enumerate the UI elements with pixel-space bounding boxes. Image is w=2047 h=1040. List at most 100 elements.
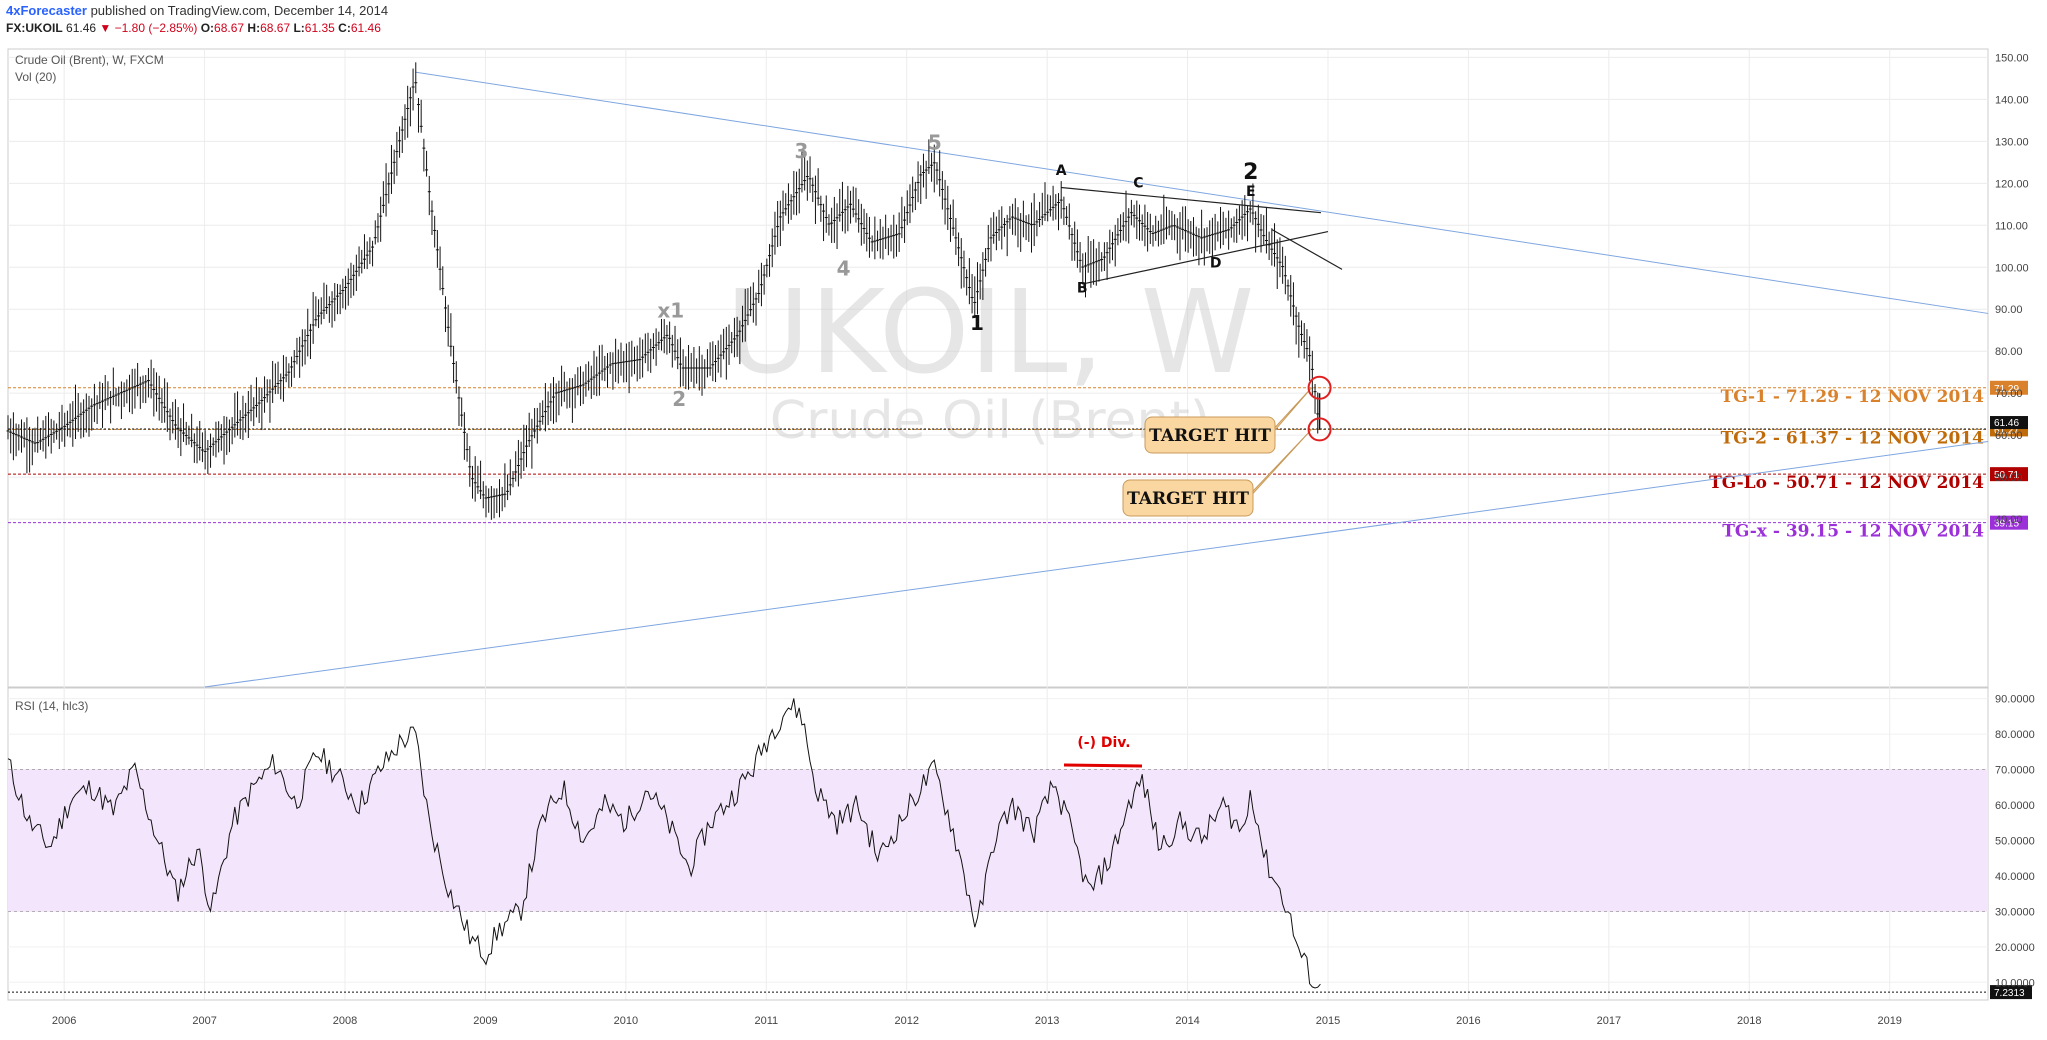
price-bar xyxy=(1121,212,1125,241)
price-bar xyxy=(446,304,450,347)
price-bar xyxy=(381,181,385,214)
price-bar xyxy=(603,355,607,382)
price-bar xyxy=(1256,204,1260,238)
time-axis[interactable]: 2006 2007 2008 2009 2010 2011 2012 2013 2014 2015… xyxy=(8,999,1988,1027)
price-bar xyxy=(308,323,312,360)
price-bar xyxy=(846,185,850,232)
price-bar xyxy=(614,338,618,382)
price-bar xyxy=(862,208,866,244)
price-bar xyxy=(279,373,283,400)
price-bar xyxy=(986,224,990,263)
price-bar xyxy=(265,379,269,403)
price-bar xyxy=(311,291,315,344)
price-bar xyxy=(1154,215,1158,241)
price-bar xyxy=(573,374,577,409)
price-bar xyxy=(1219,206,1223,249)
price-bar xyxy=(44,415,48,459)
price-bar xyxy=(865,213,869,252)
price-bar xyxy=(1200,209,1204,254)
price-bar xyxy=(560,365,564,407)
price-bar xyxy=(957,232,961,267)
price-bar xyxy=(1175,218,1179,254)
price-bar xyxy=(362,234,366,269)
price-bar xyxy=(1224,217,1228,239)
wave-label: B xyxy=(1077,280,1088,296)
price-bar xyxy=(1248,201,1252,223)
price-bar xyxy=(1113,224,1117,267)
price-bar xyxy=(562,371,566,402)
price-bar xyxy=(495,488,499,514)
price-bar xyxy=(379,196,383,242)
time-tick-label: 2007 xyxy=(192,1015,216,1027)
price-bar xyxy=(1046,194,1050,222)
price-bar xyxy=(1051,185,1055,221)
price-bar xyxy=(1038,201,1042,228)
time-tick-label: 2015 xyxy=(1316,1015,1340,1027)
price-bar xyxy=(781,190,785,231)
price-bar xyxy=(192,433,196,463)
price-bar xyxy=(1286,279,1290,301)
price-bar xyxy=(290,356,294,387)
wave-label: 2 xyxy=(672,387,686,411)
price-axis[interactable]: 40.00 50.00 60.00 70.00 80.00 90.00 100.00 110.… xyxy=(1995,52,2029,526)
rsi-tick-label: 10.0000 xyxy=(1995,977,2035,989)
price-bar xyxy=(1027,214,1031,242)
time-tick-label: 2014 xyxy=(1175,1015,1199,1027)
price-bar xyxy=(541,400,545,425)
price-bar xyxy=(473,456,477,502)
price-bar xyxy=(900,196,904,239)
price-bar xyxy=(306,308,310,357)
price-bar xyxy=(1146,211,1150,252)
price-bar xyxy=(1278,237,1282,278)
price-bar xyxy=(840,181,844,232)
price-bar xyxy=(1043,182,1047,221)
price-bar xyxy=(1073,221,1077,261)
price-bar xyxy=(1116,218,1120,246)
price-bar xyxy=(314,296,318,327)
price-bar xyxy=(20,419,24,453)
price-bar xyxy=(662,319,666,354)
price-bar xyxy=(616,349,620,384)
price-bar xyxy=(1246,204,1250,242)
price-bar xyxy=(419,99,423,133)
price-bar xyxy=(646,332,650,372)
price-bar xyxy=(214,421,218,458)
price-bar xyxy=(835,203,839,250)
price-chart[interactable]: UKOIL, W Crude Oil (Brent) TG-1 - 71.29 … xyxy=(0,0,2047,1040)
price-bar xyxy=(457,386,461,427)
price-bar xyxy=(470,465,474,499)
time-tick-label: 2013 xyxy=(1035,1015,1059,1027)
price-bar xyxy=(951,199,955,236)
wave-label: 5 xyxy=(928,131,942,155)
price-bar xyxy=(9,418,13,454)
price-bar xyxy=(1011,203,1015,235)
price-bar xyxy=(1229,218,1233,238)
price-bar xyxy=(1135,200,1139,240)
wave-label: 1 xyxy=(970,311,984,335)
price-bar xyxy=(816,168,820,206)
price-bar xyxy=(1270,228,1274,266)
price-bar xyxy=(438,246,442,291)
rsi-axis[interactable]: 10.0000 20.0000 30.0000 40.0000 50.0000 60.00… xyxy=(1995,694,2035,990)
price-bar xyxy=(1232,216,1236,243)
price-bar xyxy=(889,224,893,252)
price-bar xyxy=(786,183,790,224)
price-tick-label: 100.00 xyxy=(1995,262,2029,274)
price-bar xyxy=(1308,336,1312,381)
price-bar xyxy=(500,486,504,512)
price-bar xyxy=(808,156,812,193)
price-bar xyxy=(1240,200,1244,240)
price-bar xyxy=(1075,229,1079,268)
price-bar xyxy=(141,375,145,403)
price-bar xyxy=(630,340,634,377)
price-bar xyxy=(854,187,858,223)
price-bar xyxy=(1013,198,1017,236)
price-bar xyxy=(924,160,928,199)
price-bar xyxy=(579,366,583,406)
price-bar xyxy=(254,377,258,418)
price-bar xyxy=(1173,214,1177,241)
price-bar xyxy=(1151,225,1155,247)
price-bar xyxy=(611,352,615,390)
price-bar xyxy=(149,359,153,399)
price-bar xyxy=(1005,214,1009,257)
